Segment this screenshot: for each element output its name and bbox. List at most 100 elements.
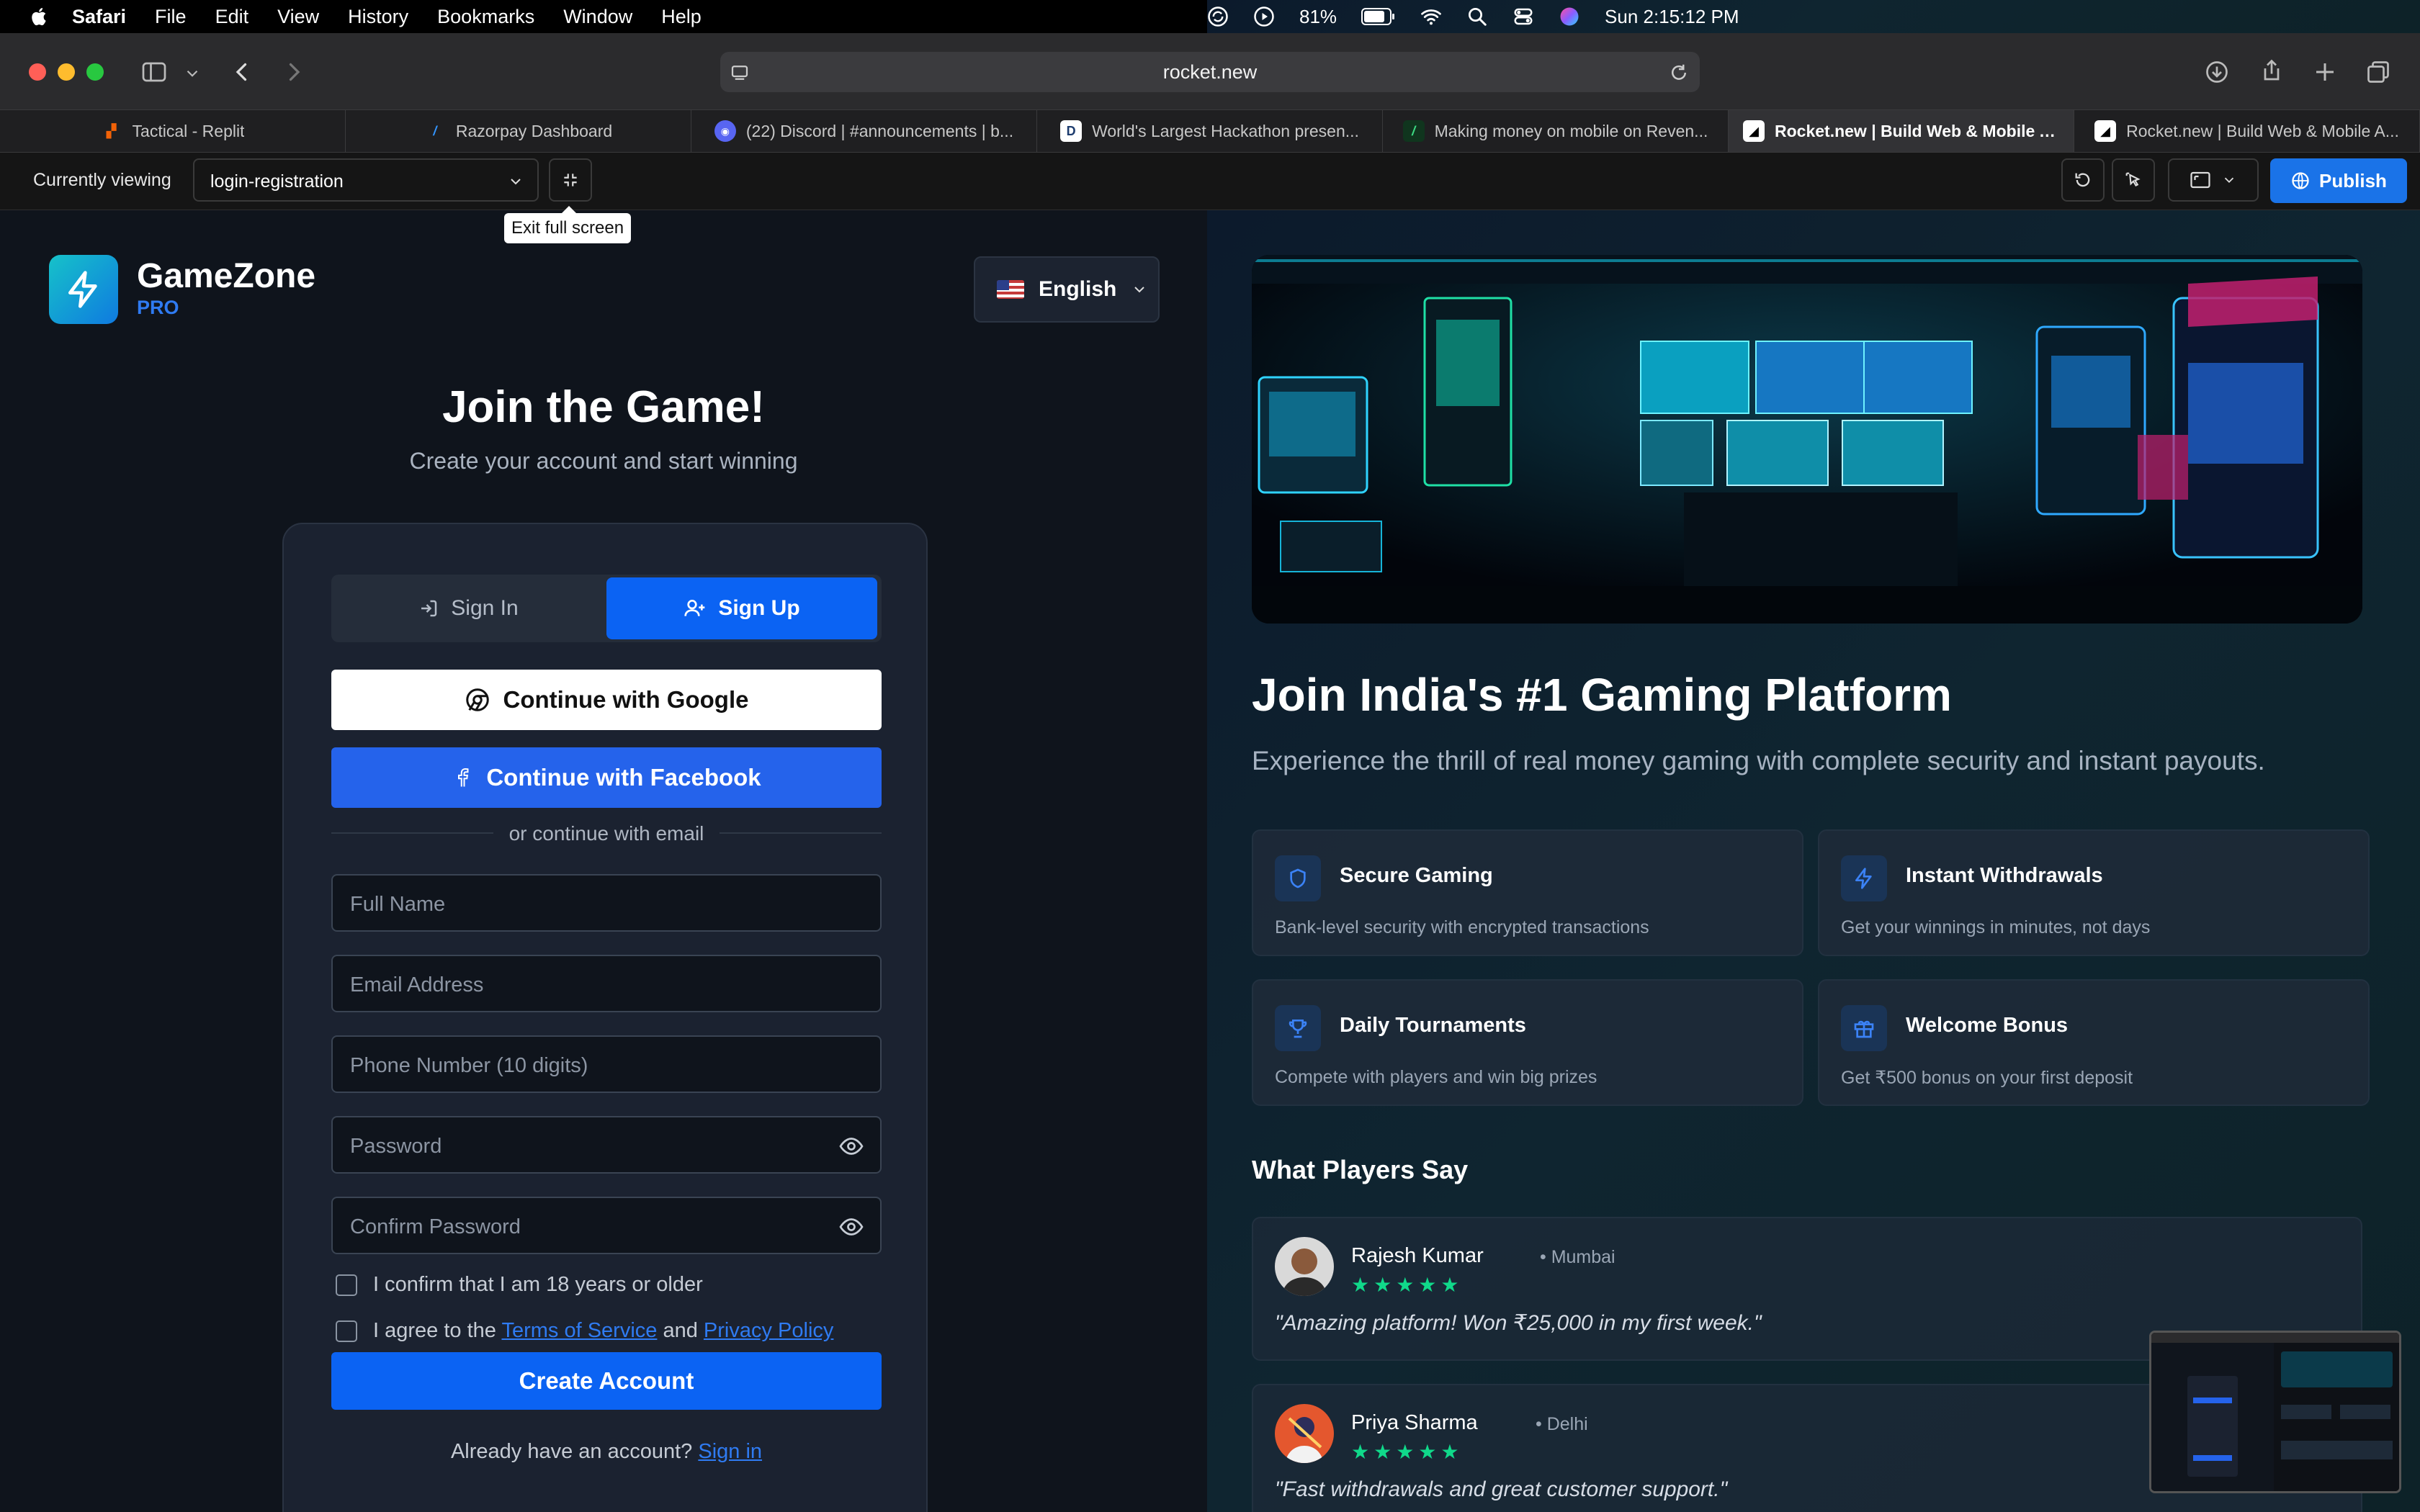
window-zoom-button[interactable] xyxy=(86,63,104,81)
menu-history[interactable]: History xyxy=(348,6,408,28)
auth-subtitle: Create your account and start winning xyxy=(409,448,798,474)
browser-tab[interactable]: ◉ (22) Discord | #announcements | b... xyxy=(691,110,1037,152)
email-field[interactable]: Email Address xyxy=(331,955,882,1012)
menubar-clock[interactable]: Sun 2:15:12 PM xyxy=(1605,6,1739,28)
full-name-field[interactable]: Full Name xyxy=(331,874,882,932)
email-divider-label: or continue with email xyxy=(493,822,720,845)
publish-label: Publish xyxy=(2319,169,2387,192)
avatar xyxy=(1275,1237,1334,1296)
spotlight-search-icon[interactable] xyxy=(1466,6,1488,27)
menu-app-name[interactable]: Safari xyxy=(72,6,126,28)
sidebar-toggle-icon[interactable] xyxy=(141,59,167,85)
devpost-icon: D xyxy=(1060,120,1083,142)
privacy-policy-link[interactable]: Privacy Policy xyxy=(704,1319,834,1342)
menu-view[interactable]: View xyxy=(277,6,319,28)
apple-logo-icon[interactable] xyxy=(29,6,50,27)
page-select[interactable]: login-registration xyxy=(193,158,539,202)
feature-desc: Compete with players and win big prizes xyxy=(1275,1067,1597,1087)
terms-of-service-link[interactable]: Terms of Service xyxy=(501,1319,657,1342)
brand-tier: PRO xyxy=(137,297,179,318)
back-icon[interactable] xyxy=(229,59,255,85)
browser-tab[interactable]: ◢ Rocket.new | Build Web & Mobile A... xyxy=(2074,110,2420,152)
tab-title: World's Largest Hackathon presen... xyxy=(1092,121,1359,140)
publish-button[interactable]: Publish xyxy=(2270,158,2407,203)
browser-tab-active[interactable]: ◢ Rocket.new | Build Web & Mobile A... xyxy=(1729,110,2074,152)
user-plus-icon xyxy=(684,600,705,616)
browser-tab[interactable]: ▞ Tactical - Replit xyxy=(0,110,346,152)
email-placeholder: Email Address xyxy=(350,973,484,996)
phone-placeholder: Phone Number (10 digits) xyxy=(350,1054,588,1077)
browser-tab[interactable]: D World's Largest Hackathon presen... xyxy=(1037,110,1383,152)
now-playing-icon[interactable] xyxy=(1253,6,1275,27)
control-center-icon[interactable] xyxy=(1512,6,1534,27)
window-minimize-button[interactable] xyxy=(58,63,75,81)
share-icon[interactable] xyxy=(2259,58,2285,84)
window-close-button[interactable] xyxy=(29,63,46,81)
tab-title: Rocket.new | Build Web & Mobile A... xyxy=(2126,121,2399,140)
facebook-icon xyxy=(458,768,469,787)
facebook-signin-button[interactable]: Continue with Facebook xyxy=(331,747,882,808)
replit-icon: ▞ xyxy=(106,123,117,138)
viewport-select[interactable] xyxy=(2168,158,2259,202)
new-tab-icon[interactable] xyxy=(2312,59,2338,85)
show-password-icon[interactable] xyxy=(838,1133,864,1159)
siri-icon[interactable] xyxy=(1559,6,1580,27)
wifi-icon[interactable] xyxy=(1420,6,1442,27)
exit-fullscreen-tooltip: Exit full screen xyxy=(504,206,632,243)
exit-fullscreen-button[interactable] xyxy=(549,158,592,202)
feature-desc: Get your winnings in minutes, not days xyxy=(1841,917,2151,937)
chrome-icon xyxy=(465,688,489,711)
screen-recording-thumbnail[interactable] xyxy=(2149,1331,2401,1493)
browser-tab[interactable]: / Making money on mobile on Reven... xyxy=(1383,110,1729,152)
tab-title: Making money on mobile on Reven... xyxy=(1434,121,1708,140)
undo-button[interactable] xyxy=(2061,158,2105,202)
phone-field[interactable]: Phone Number (10 digits) xyxy=(331,1035,882,1093)
menu-file[interactable]: File xyxy=(155,6,187,28)
us-flag-icon xyxy=(997,280,1024,299)
tab-sign-in-label: Sign In xyxy=(451,596,519,620)
battery-icon[interactable] xyxy=(1361,7,1396,26)
auth-panel: GameZone PRO English Join the Game! Crea… xyxy=(0,210,1207,1512)
google-signin-button[interactable]: Continue with Google xyxy=(331,670,882,730)
tab-overview-icon[interactable] xyxy=(2365,59,2391,85)
menu-edit[interactable]: Edit xyxy=(215,6,249,28)
url-text: rocket.new xyxy=(1162,61,1258,83)
star-rating: ★★★★★ xyxy=(1351,1274,1464,1296)
tab-title: (22) Discord | #announcements | b... xyxy=(745,121,1014,140)
feature-icon-box xyxy=(1841,1005,1887,1051)
browser-tab[interactable]: / Razorpay Dashboard xyxy=(346,110,691,152)
feature-card: Instant Withdrawals Get your winnings in… xyxy=(1818,829,2370,956)
lightning-icon xyxy=(68,271,97,308)
avatar xyxy=(1275,1404,1334,1463)
terms-checkbox[interactable] xyxy=(336,1320,357,1342)
menu-window[interactable]: Window xyxy=(563,6,632,28)
signin-link[interactable]: Sign in xyxy=(698,1440,762,1463)
downloads-icon[interactable] xyxy=(2204,59,2230,85)
arcade-hero-image xyxy=(1252,255,2362,624)
menu-help[interactable]: Help xyxy=(661,6,702,28)
feature-card: Secure Gaming Bank-level security with e… xyxy=(1252,829,1803,956)
create-account-button[interactable]: Create Account xyxy=(331,1352,882,1410)
reload-icon[interactable] xyxy=(1668,62,1690,84)
macos-menubar: Safari File Edit View History Bookmarks … xyxy=(0,0,2420,33)
star-rating: ★★★★★ xyxy=(1351,1441,1464,1463)
tab-sign-in[interactable]: Sign In xyxy=(331,575,605,642)
address-bar[interactable]: rocket.new xyxy=(720,52,1700,92)
viewport-icon xyxy=(2190,171,2210,189)
language-selector[interactable]: English xyxy=(974,256,1160,323)
password-field[interactable]: Password xyxy=(331,1116,882,1174)
tab-sign-up[interactable]: Sign Up xyxy=(606,577,877,639)
sync-status-icon[interactable] xyxy=(1207,6,1229,27)
menu-bookmarks[interactable]: Bookmarks xyxy=(437,6,534,28)
show-password-icon[interactable] xyxy=(838,1214,864,1240)
select-element-button[interactable] xyxy=(2112,158,2155,202)
forward-icon[interactable] xyxy=(281,59,307,85)
bolt-icon xyxy=(1855,868,1872,889)
gift-icon xyxy=(1854,1020,1874,1038)
age-confirm-checkbox[interactable] xyxy=(336,1274,357,1296)
brand-logo[interactable] xyxy=(49,255,118,324)
feature-desc: Bank-level security with encrypted trans… xyxy=(1275,917,1649,937)
chevron-down-icon[interactable] xyxy=(183,60,202,86)
auth-mode-toggle: Sign In Sign Up xyxy=(331,575,882,642)
confirm-password-field[interactable]: Confirm Password xyxy=(331,1197,882,1254)
